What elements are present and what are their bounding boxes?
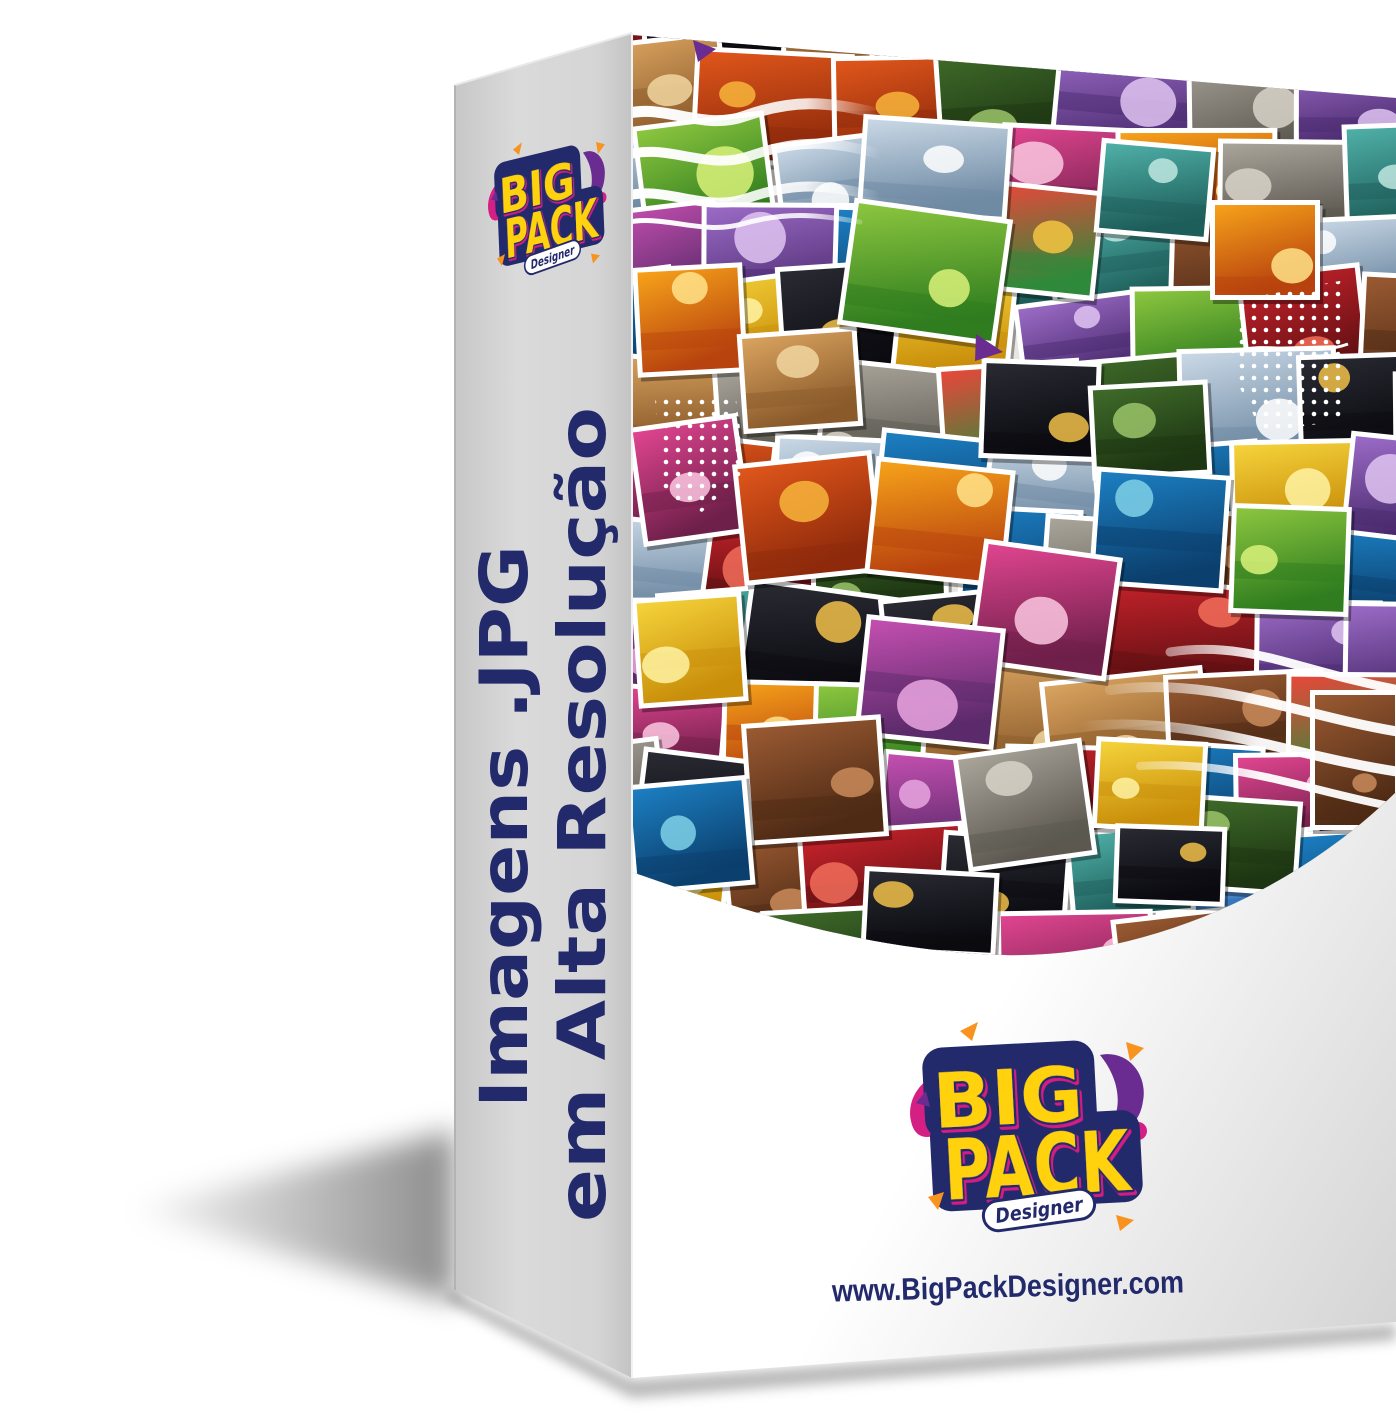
photo-tile — [1091, 736, 1212, 839]
photo-tile — [732, 450, 888, 590]
photo-tile — [952, 737, 1102, 877]
product-box-mockup: Imagens .JPG em Alta Resolução BIG PACK … — [130, 32, 1396, 1398]
spine-title-line2: em Alta Resolução — [544, 407, 621, 1222]
photo-tile — [1112, 823, 1231, 912]
photo-collage — [632, 35, 1396, 956]
photo-tile — [1116, 35, 1273, 82]
spine-title-line1: Imagens .JPG — [466, 545, 543, 1108]
box-front: BIG PACK Designer www.BigPackDesigner.co… — [631, 33, 1396, 1378]
photo-tile — [632, 591, 752, 713]
photo-tile — [1341, 119, 1396, 231]
box-shadow-left — [130, 1130, 455, 1302]
photo-tile — [978, 357, 1105, 467]
photo-tile — [1235, 35, 1380, 72]
photo-tile — [632, 262, 752, 382]
photo-tile — [836, 197, 1016, 351]
photo-tile — [736, 325, 867, 438]
photo-tile — [1228, 502, 1355, 622]
photo-tile — [740, 714, 893, 850]
photo-tile — [1093, 137, 1220, 247]
photo-tile — [1352, 35, 1396, 103]
